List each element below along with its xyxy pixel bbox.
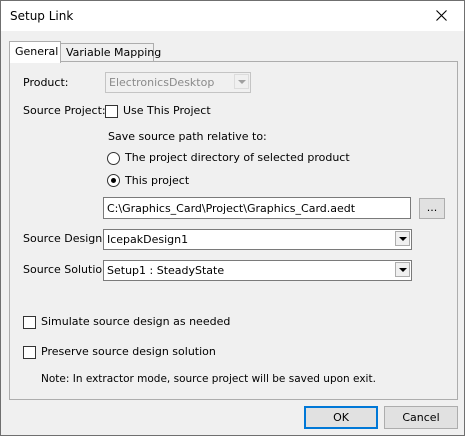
product-label: Product: [23,76,69,89]
relative-to-label: Save source path relative to: [108,130,267,143]
extractor-note: Note: In extractor mode, source project … [41,373,376,385]
radio-product-directory[interactable] [107,152,120,165]
product-select: ElectronicsDesktop [105,72,251,93]
use-this-project-label[interactable]: Use This Project [123,104,211,117]
source-solution-value: Setup1 : SteadyState [107,264,225,277]
preserve-label[interactable]: Preserve source design solution [41,345,216,358]
browse-button-label: ... [426,201,438,214]
chevron-down-icon [399,268,407,272]
tab-variable-mapping-label: Variable Mapping [66,46,162,59]
radio-this-project[interactable] [107,174,120,187]
source-design-select[interactable]: IcepakDesign1 [103,229,412,250]
radio-selected-dot [111,178,116,183]
close-button[interactable] [420,1,464,31]
simulate-label[interactable]: Simulate source design as needed [41,315,230,328]
source-path-value: C:\Graphics_Card\Project\Graphics_Card.a… [107,202,356,215]
cancel-button-label: Cancel [402,411,440,424]
tab-general[interactable]: General [9,41,61,63]
simulate-checkbox[interactable] [23,316,36,329]
chevron-down-icon [238,80,246,84]
title-bar: Setup Link [1,1,464,31]
product-value: ElectronicsDesktop [109,76,215,89]
window-title: Setup Link [10,9,74,23]
tab-general-label: General [15,45,59,58]
source-solution-dropdown-button[interactable] [395,262,410,277]
use-this-project-checkbox[interactable] [105,105,118,118]
source-design-label: Source Design: [23,232,106,245]
close-icon [436,10,447,21]
cancel-button[interactable]: Cancel [384,406,458,429]
source-solution-label: Source Solution: [23,263,113,276]
browse-button[interactable]: ... [419,198,445,219]
chevron-down-icon [399,237,407,241]
source-design-dropdown-button[interactable] [395,231,410,246]
tab-variable-mapping[interactable]: Variable Mapping [60,43,161,62]
source-project-label: Source Project: [23,104,106,117]
radio-this-project-label[interactable]: This project [125,174,189,187]
source-solution-select[interactable]: Setup1 : SteadyState [103,260,412,281]
radio-product-directory-label[interactable]: The project directory of selected produc… [125,151,350,164]
source-design-value: IcepakDesign1 [107,233,189,246]
product-dropdown-button [234,74,249,89]
ok-button[interactable]: OK [304,406,378,429]
setup-link-dialog: Setup Link General Variable Mapping Prod… [0,0,465,436]
ok-button-label: OK [333,411,349,424]
source-path-input[interactable]: C:\Graphics_Card\Project\Graphics_Card.a… [103,197,411,219]
preserve-checkbox[interactable] [23,346,36,359]
